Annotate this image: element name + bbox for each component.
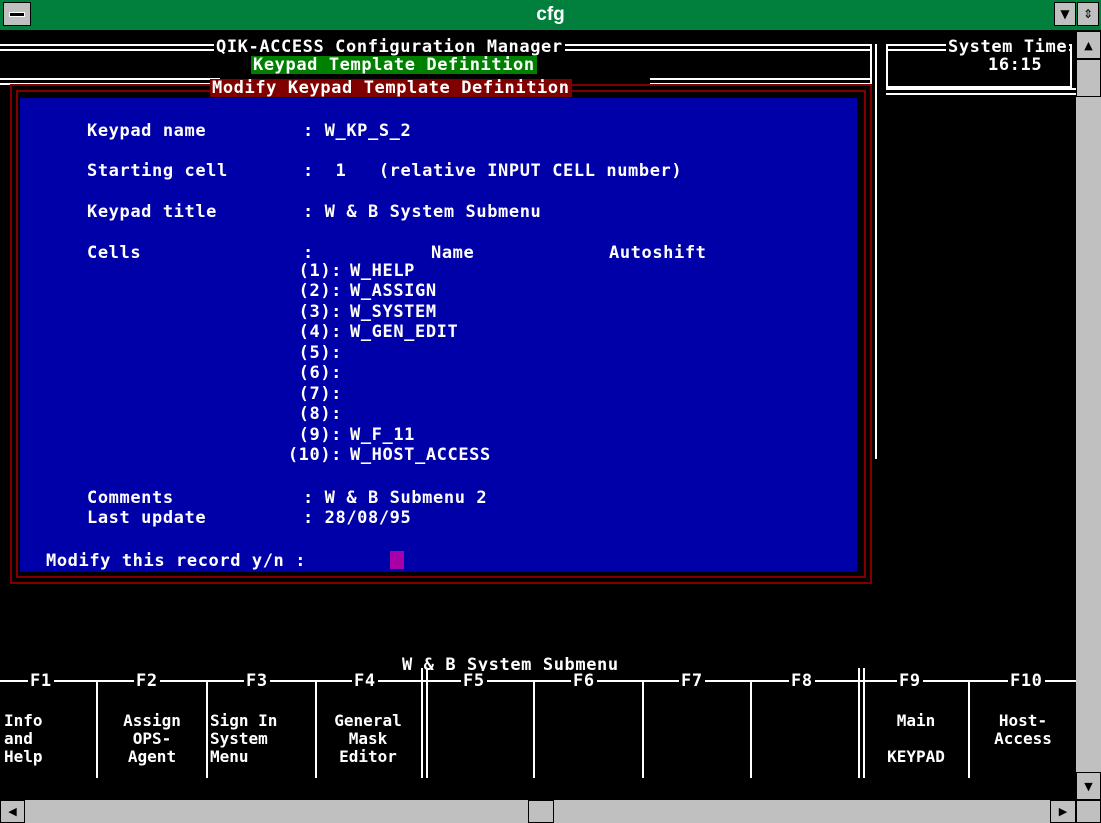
scroll-up-icon[interactable]: ▲ xyxy=(1076,31,1101,59)
app-title: QIK-ACCESS Configuration Manager xyxy=(214,37,565,57)
cell-name: W_ASSIGN xyxy=(350,281,437,301)
key-f10-number: F10 xyxy=(1008,671,1045,691)
key-separator-double xyxy=(858,668,865,778)
key-f7-number: F7 xyxy=(679,671,705,691)
restore-icon[interactable]: ⇕ xyxy=(1077,2,1099,26)
dialog-title: Modify Keypad Template Definition xyxy=(210,78,572,98)
key-separator-double xyxy=(421,668,428,778)
cell-name: W_GEN_EDIT xyxy=(350,322,459,342)
scroll-thumb-vertical[interactable] xyxy=(1076,59,1101,97)
key-f6-button[interactable] xyxy=(536,712,640,784)
scroll-left-icon[interactable]: ◀ xyxy=(0,800,25,823)
cell-index: (6): xyxy=(298,363,342,383)
key-f9-button[interactable]: Main KEYPAD xyxy=(866,712,966,784)
scroll-right-icon[interactable]: ▶ xyxy=(1050,800,1076,823)
modify-prompt: Modify this record y/n : xyxy=(46,551,307,571)
key-f9-number: F9 xyxy=(897,671,923,691)
key-f5-number: F5 xyxy=(461,671,487,691)
cell-index: (5): xyxy=(298,343,342,363)
autoshift-column-header: Autoshift xyxy=(609,243,707,263)
keypad-name-value: : W_KP_S_2 xyxy=(303,121,412,141)
scroll-down-icon[interactable]: ▼ xyxy=(1076,772,1101,800)
cell-index: (8): xyxy=(298,404,342,424)
cell-index: (1): xyxy=(298,261,342,281)
key-separator xyxy=(533,681,535,778)
key-f2-number: F2 xyxy=(134,671,160,691)
cell-index: (4): xyxy=(298,322,342,342)
vertical-scrollbar[interactable] xyxy=(1076,31,1101,801)
cell-index: (7): xyxy=(298,384,342,404)
key-separator xyxy=(642,681,644,778)
keypad-name-label: Keypad name xyxy=(87,121,207,141)
scrollbar-corner xyxy=(1076,800,1101,823)
minimize-icon[interactable]: ▼ xyxy=(1054,2,1076,26)
key-f4-number: F4 xyxy=(352,671,378,691)
key-separator xyxy=(96,681,98,778)
keypad-title-label: Keypad title xyxy=(87,202,218,222)
key-f10-button[interactable]: Host- Access xyxy=(972,712,1074,784)
comments-label: Comments xyxy=(87,488,174,508)
last-update-label: Last update xyxy=(87,508,207,528)
key-f1-button[interactable]: Info and Help xyxy=(4,712,94,784)
cell-index: (9): xyxy=(298,425,342,445)
cell-index: (2): xyxy=(298,281,342,301)
system-time-label: System Time xyxy=(946,37,1070,57)
cell-name: W_HELP xyxy=(350,261,416,281)
input-cursor[interactable] xyxy=(390,551,404,569)
key-f6-number: F6 xyxy=(571,671,597,691)
key-separator xyxy=(206,681,208,778)
cells-colon: : xyxy=(303,243,314,263)
cell-index: (10): xyxy=(287,445,342,465)
cell-name: W_F_11 xyxy=(350,425,416,445)
cell-index: (3): xyxy=(298,302,342,322)
window-title: cfg xyxy=(536,4,565,25)
system-time-value: 16:15 xyxy=(988,55,1043,75)
key-f1-number: F1 xyxy=(28,671,54,691)
system-time-bottom-line xyxy=(886,88,1076,95)
cell-name: W_HOST_ACCESS xyxy=(350,445,491,465)
cells-label: Cells xyxy=(87,243,142,263)
section-title: Keypad Template Definition xyxy=(251,55,537,75)
key-f8-number: F8 xyxy=(789,671,815,691)
key-separator xyxy=(750,681,752,778)
starting-cell-label: Starting cell xyxy=(87,161,228,181)
key-f8-button[interactable] xyxy=(753,712,857,784)
comments-value: : W & B Submenu 2 xyxy=(303,488,488,508)
key-f4-button[interactable]: General Mask Editor xyxy=(318,712,418,784)
key-f2-button[interactable]: Assign OPS- Agent xyxy=(100,712,204,784)
key-separator xyxy=(315,681,317,778)
key-f3-button[interactable]: Sign In System Menu xyxy=(210,712,314,784)
key-f7-button[interactable] xyxy=(645,712,749,784)
name-column-header: Name xyxy=(431,243,475,263)
scroll-thumb-horizontal[interactable] xyxy=(528,800,554,823)
key-separator xyxy=(968,681,970,778)
starting-cell-value: : 1 (relative INPUT CELL number) xyxy=(303,161,683,181)
cell-name: W_SYSTEM xyxy=(350,302,437,322)
key-f5-button[interactable] xyxy=(428,712,532,784)
keypad-title-value: : W & B System Submenu xyxy=(303,202,542,222)
key-f3-number: F3 xyxy=(244,671,270,691)
last-update-value: : 28/08/95 xyxy=(303,508,412,528)
window-title-bar[interactable]: cfg ▼ ⇕ xyxy=(0,0,1101,31)
